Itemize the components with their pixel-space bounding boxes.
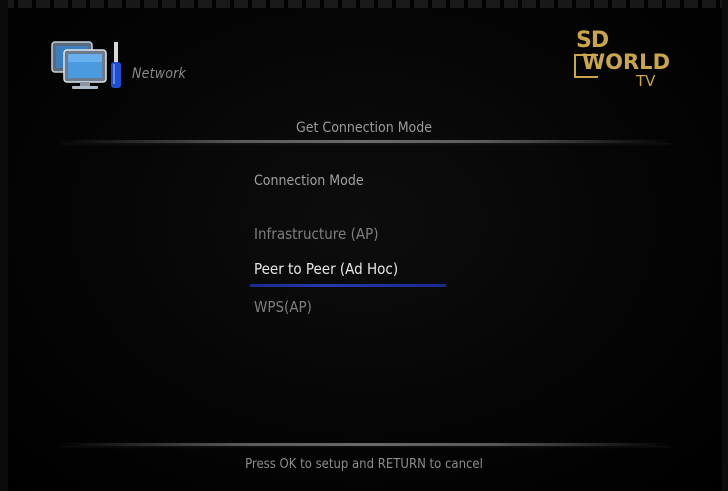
right-edge — [722, 0, 728, 491]
sd-world-tv-logo: SD WORLD TV — [574, 28, 670, 90]
tv-screen: Network SD WORLD TV Get Connection Mode … — [0, 0, 728, 491]
title-divider — [60, 140, 670, 143]
footer-hint: Press OK to setup and RETURN to cancel — [245, 457, 483, 472]
left-edge — [0, 0, 8, 491]
page-title: Get Connection Mode — [295, 120, 433, 136]
footer-divider — [60, 443, 670, 446]
selection-highlight — [250, 284, 446, 287]
option-wps-ap[interactable]: WPS(AP) — [254, 298, 312, 316]
top-edge-artifact — [0, 0, 728, 8]
network-computer-icon — [51, 41, 121, 89]
connection-mode-heading: Connection Mode — [254, 173, 364, 189]
option-infrastructure-ap[interactable]: Infrastructure (AP) — [254, 225, 378, 243]
option-peer-to-peer[interactable]: Peer to Peer (Ad Hoc) — [254, 260, 398, 278]
section-title: Network — [132, 66, 186, 82]
